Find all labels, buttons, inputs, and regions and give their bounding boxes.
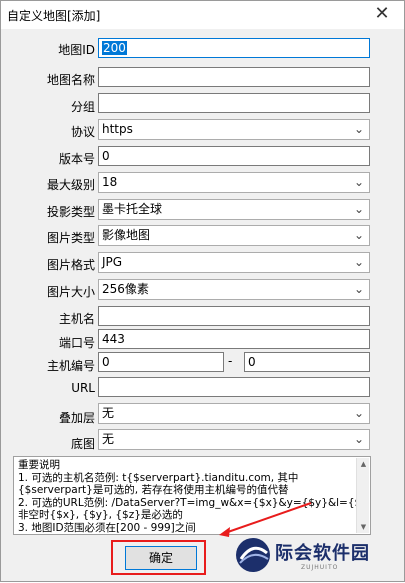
image-type-select[interactable]: 影像地图 ⌄	[98, 225, 370, 246]
notes-scrollbar[interactable]: ▲ ▼	[356, 458, 369, 533]
image-type-value: 影像地图	[102, 228, 151, 242]
notes-line: {$serverpart}是可选的, 若存在将使用主机编号的值代替	[18, 484, 289, 497]
close-icon[interactable]: ✕	[372, 4, 392, 24]
notes-line: 非空时{$x}, {$y}, {$z}是必选的	[18, 509, 183, 522]
image-format-label: 图片格式	[46, 258, 95, 272]
map-name-input[interactable]	[98, 67, 370, 87]
host-number-separator: -	[228, 354, 233, 368]
group-label: 分组	[70, 100, 95, 114]
notes-line: 1. 可选的主机名范例: t{$serverpart}.tianditu.com…	[18, 471, 299, 484]
window-title: 自定义地图[添加]	[7, 9, 101, 23]
version-input[interactable]: 0	[98, 146, 370, 166]
projection-value: 墨卡托全球	[102, 202, 163, 216]
url-label: URL	[71, 381, 95, 395]
max-level-value: 18	[102, 175, 118, 189]
projection-select[interactable]: 墨卡托全球 ⌄	[98, 199, 370, 220]
port-input[interactable]: 443	[98, 329, 370, 349]
map-id-input[interactable]: 200	[98, 38, 370, 58]
base-map-select[interactable]: 无 ⌄	[98, 429, 370, 450]
overlay-label: 叠加层	[58, 411, 95, 425]
group-input[interactable]	[98, 93, 370, 113]
chevron-down-icon: ⌄	[353, 175, 364, 189]
watermark: 际会软件园 ZUJHUITO	[229, 529, 399, 579]
host-number-label: 主机编号	[46, 359, 95, 373]
image-type-label: 图片类型	[46, 231, 95, 245]
max-level-select[interactable]: 18 ⌄	[98, 172, 370, 193]
base-map-label: 底图	[70, 437, 95, 451]
image-size-select[interactable]: 256像素 ⌄	[98, 279, 370, 300]
chevron-down-icon: ⌄	[353, 282, 364, 296]
host-input[interactable]	[98, 306, 370, 326]
watermark-sub: ZUJHUITO	[301, 564, 339, 571]
image-size-label: 图片大小	[46, 285, 95, 299]
watermark-logo-icon	[236, 538, 270, 572]
max-level-label: 最大级别	[46, 178, 95, 192]
map-id-label: 地图ID	[58, 43, 95, 57]
chevron-down-icon: ⌄	[353, 202, 364, 216]
chevron-down-icon: ⌄	[353, 228, 364, 242]
host-number-from-input[interactable]: 0	[98, 352, 224, 372]
protocol-select[interactable]: https ⌄	[98, 119, 370, 140]
chevron-down-icon: ⌄	[353, 406, 364, 420]
chevron-down-icon: ⌄	[353, 255, 364, 269]
overlay-value: 无	[102, 406, 115, 420]
host-number-to-input[interactable]: 0	[244, 352, 370, 372]
map-name-label: 地图名称	[46, 73, 95, 87]
ok-button[interactable]: 确定	[125, 546, 197, 570]
version-label: 版本号	[58, 152, 95, 166]
scroll-up-icon[interactable]: ▲	[357, 458, 369, 470]
title-bar: 自定义地图[添加] ✕	[1, 1, 404, 29]
protocol-value: https	[102, 122, 133, 136]
base-map-value: 无	[102, 432, 115, 446]
image-size-value: 256像素	[102, 282, 149, 296]
chevron-down-icon: ⌄	[353, 432, 364, 446]
protocol-label: 协议	[70, 125, 95, 139]
image-format-select[interactable]: JPG ⌄	[98, 252, 370, 273]
notes-line: 2. 可选的URL范例: /DataServer?T=img_w&x={$x}&…	[18, 496, 366, 509]
image-format-value: JPG	[102, 255, 123, 269]
url-input[interactable]	[98, 377, 370, 397]
watermark-brand: 际会软件园	[275, 543, 370, 564]
chevron-down-icon: ⌄	[353, 122, 364, 136]
host-label: 主机名	[58, 312, 95, 326]
notes-textarea[interactable]: 重要说明 1. 可选的主机名范例: t{$serverpart}.tiandit…	[13, 456, 371, 535]
notes-line: 重要说明	[18, 459, 60, 471]
port-label: 端口号	[58, 336, 95, 350]
overlay-select[interactable]: 无 ⌄	[98, 403, 370, 424]
projection-label: 投影类型	[46, 205, 95, 219]
map-id-value: 200	[102, 41, 127, 55]
dialog-window: 自定义地图[添加] ✕ 地图ID 200 地图名称 分组 协议 https ⌄ …	[0, 0, 405, 582]
